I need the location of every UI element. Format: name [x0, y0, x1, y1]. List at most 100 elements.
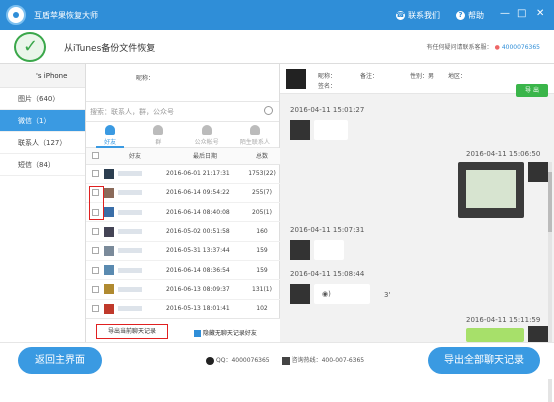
help-label: 帮助 [468, 11, 484, 20]
row-friend [104, 299, 166, 319]
tab-strangers-label: 陌生联系人 [239, 139, 270, 146]
table-row[interactable]: 2016-05-02 00:51:58 160 [86, 221, 280, 242]
tab-strangers[interactable]: 陌生联系人 [231, 122, 279, 147]
tab-groups[interactable]: 群 [134, 122, 182, 147]
phone-label: 咨询热线： [291, 357, 322, 364]
table-row[interactable]: 2016-05-13 18:01:41 102 [86, 299, 280, 319]
row-date: 2016-06-01 21:17:31 [166, 164, 244, 184]
row-date: 2016-05-13 18:01:41 [166, 299, 244, 319]
contacts-panel: 昵称： 搜索：联系人，群，公众号 好友 群 公众帐号 陌生联系人 好友 最后日期… [86, 64, 280, 342]
row-checkbox[interactable] [91, 285, 99, 293]
avatar [104, 207, 114, 218]
sender-avatar [290, 284, 310, 304]
table-row[interactable]: 2016-06-14 09:54:22 255(7) [86, 183, 280, 204]
minimize-button[interactable]: — [500, 8, 510, 19]
chat-export-button[interactable]: 导 出 [516, 84, 548, 97]
row-date: 2016-06-14 08:40:08 [166, 202, 244, 223]
row-date: 2016-05-02 00:51:58 [166, 221, 244, 242]
self-avatar [528, 326, 548, 342]
sidebar-item-sms[interactable]: 短信（84） [0, 154, 85, 176]
qq-icon [206, 356, 214, 365]
qq-icon: ● [494, 44, 500, 51]
message-timestamp: 2016-04-11 15:07:31 [290, 226, 365, 234]
avatar [104, 303, 114, 314]
chat-panel: 昵称： 备注： 性别：男 地区： 签名： 导 出 2016-04-11 15:0… [280, 64, 554, 402]
row-checkbox[interactable] [91, 266, 99, 274]
row-checkbox-cell [86, 260, 104, 281]
chat-region-label: 地区： [448, 73, 467, 80]
contact-search-input[interactable]: 搜索：联系人，群，公众号 [86, 102, 279, 122]
col-total: 总数 [244, 148, 280, 165]
hide-empty-option[interactable]: 隐藏无聊天记录好友 [194, 328, 257, 337]
nickname-label: 昵称： [136, 75, 155, 82]
message-bubble[interactable] [314, 120, 348, 140]
avatar [104, 187, 114, 198]
chat-remark-label: 备注： [360, 73, 379, 80]
row-count: 159 [244, 241, 280, 261]
contact-tabs: 好友 群 公众帐号 陌生联系人 [86, 122, 279, 148]
message-timestamp: 2016-04-11 15:01:27 [290, 106, 365, 114]
sidebar-item-contacts[interactable]: 联系人（127） [0, 132, 85, 154]
sidebar-item-wechat[interactable]: 微信（1） [0, 110, 85, 132]
table-row[interactable]: 2016-06-14 08:40:08 205(1) [86, 202, 280, 223]
table-row[interactable]: 2016-05-31 13:37:44 159 [86, 241, 280, 261]
row-date: 2016-06-14 08:36:54 [166, 260, 244, 281]
voice-icon: ◉) [322, 290, 331, 298]
export-current-button[interactable]: 导出当前聊天记录 [96, 324, 168, 339]
chat-header: 昵称： 备注： 性别：男 地区： 签名： [280, 64, 554, 94]
friend-name [118, 171, 142, 177]
image-message[interactable] [458, 162, 524, 218]
footer: 返回主界面 QQ：4000076365 咨询热线：400-007-6365 导出… [0, 342, 554, 379]
hide-empty-checkbox[interactable] [194, 330, 201, 337]
voice-message[interactable]: ◉) [314, 284, 370, 304]
tab-official-label: 公众帐号 [194, 139, 219, 146]
export-all-button[interactable]: 导出全部聊天记录 [428, 347, 540, 374]
sent-message-bubble[interactable] [466, 328, 524, 342]
row-checkbox-cell [86, 164, 104, 184]
row-friend [104, 183, 166, 204]
help-link[interactable]: ? 帮助 [456, 10, 484, 21]
table-row[interactable]: 2016-06-13 08:09:37 131(1) [86, 279, 280, 300]
qq-value: 4000076365 [231, 357, 270, 364]
row-count: 255(7) [244, 183, 280, 204]
maximize-button[interactable]: □ [517, 8, 526, 19]
search-icon[interactable] [264, 106, 273, 115]
avatar [104, 284, 114, 295]
checkbox-highlight [89, 186, 104, 220]
chat-gender: 性别：男 [410, 71, 434, 80]
support-phone[interactable]: 4000076365 [502, 44, 540, 51]
phone-value: 400-007-6365 [321, 357, 365, 364]
message-bubble[interactable] [314, 240, 344, 260]
row-checkbox[interactable] [91, 228, 99, 236]
row-checkbox[interactable] [91, 305, 99, 313]
account-info: 昵称： [86, 64, 279, 102]
sidebar-item-photos[interactable]: 图片（640） [0, 88, 85, 110]
row-checkbox-cell [86, 299, 104, 319]
select-all-checkbox[interactable] [91, 152, 99, 160]
row-checkbox[interactable] [91, 170, 99, 178]
row-checkbox[interactable] [91, 247, 99, 255]
table-header: 好友 最后日期 总数 [86, 148, 280, 165]
back-to-main-button[interactable]: 返回主界面 [18, 347, 102, 374]
row-friend [104, 202, 166, 223]
sender-avatar [290, 240, 310, 260]
contact-us-link[interactable]: ☎ 联系我们 [396, 10, 440, 21]
contacts-table: 好友 最后日期 总数 2016-06-01 21:17:31 1753(22) … [86, 148, 280, 319]
table-row[interactable]: 2016-06-14 08:36:54 159 [86, 260, 280, 281]
support-info: 有任何疑问请联系客服： ● 4000076365 [427, 42, 540, 51]
contacts-actions: 导出当前聊天记录 隐藏无聊天记录好友 [86, 318, 280, 342]
row-checkbox-cell [86, 279, 104, 300]
friend-name [118, 209, 142, 215]
tab-official-accounts[interactable]: 公众帐号 [183, 122, 231, 147]
row-count: 102 [244, 299, 280, 319]
message-timestamp: 2016-04-11 15:06:50 [466, 150, 541, 158]
qq-label: QQ： [216, 357, 232, 364]
device-name: 's iPhone [0, 64, 85, 88]
table-row[interactable]: 2016-06-01 21:17:31 1753(22) [86, 164, 280, 184]
tab-friends[interactable]: 好友 [86, 122, 134, 148]
avatar [104, 245, 114, 256]
friend-name [118, 229, 142, 235]
close-button[interactable]: ✕ [536, 8, 544, 19]
scrollbar-thumb[interactable] [548, 172, 552, 232]
row-checkbox-cell [86, 241, 104, 261]
